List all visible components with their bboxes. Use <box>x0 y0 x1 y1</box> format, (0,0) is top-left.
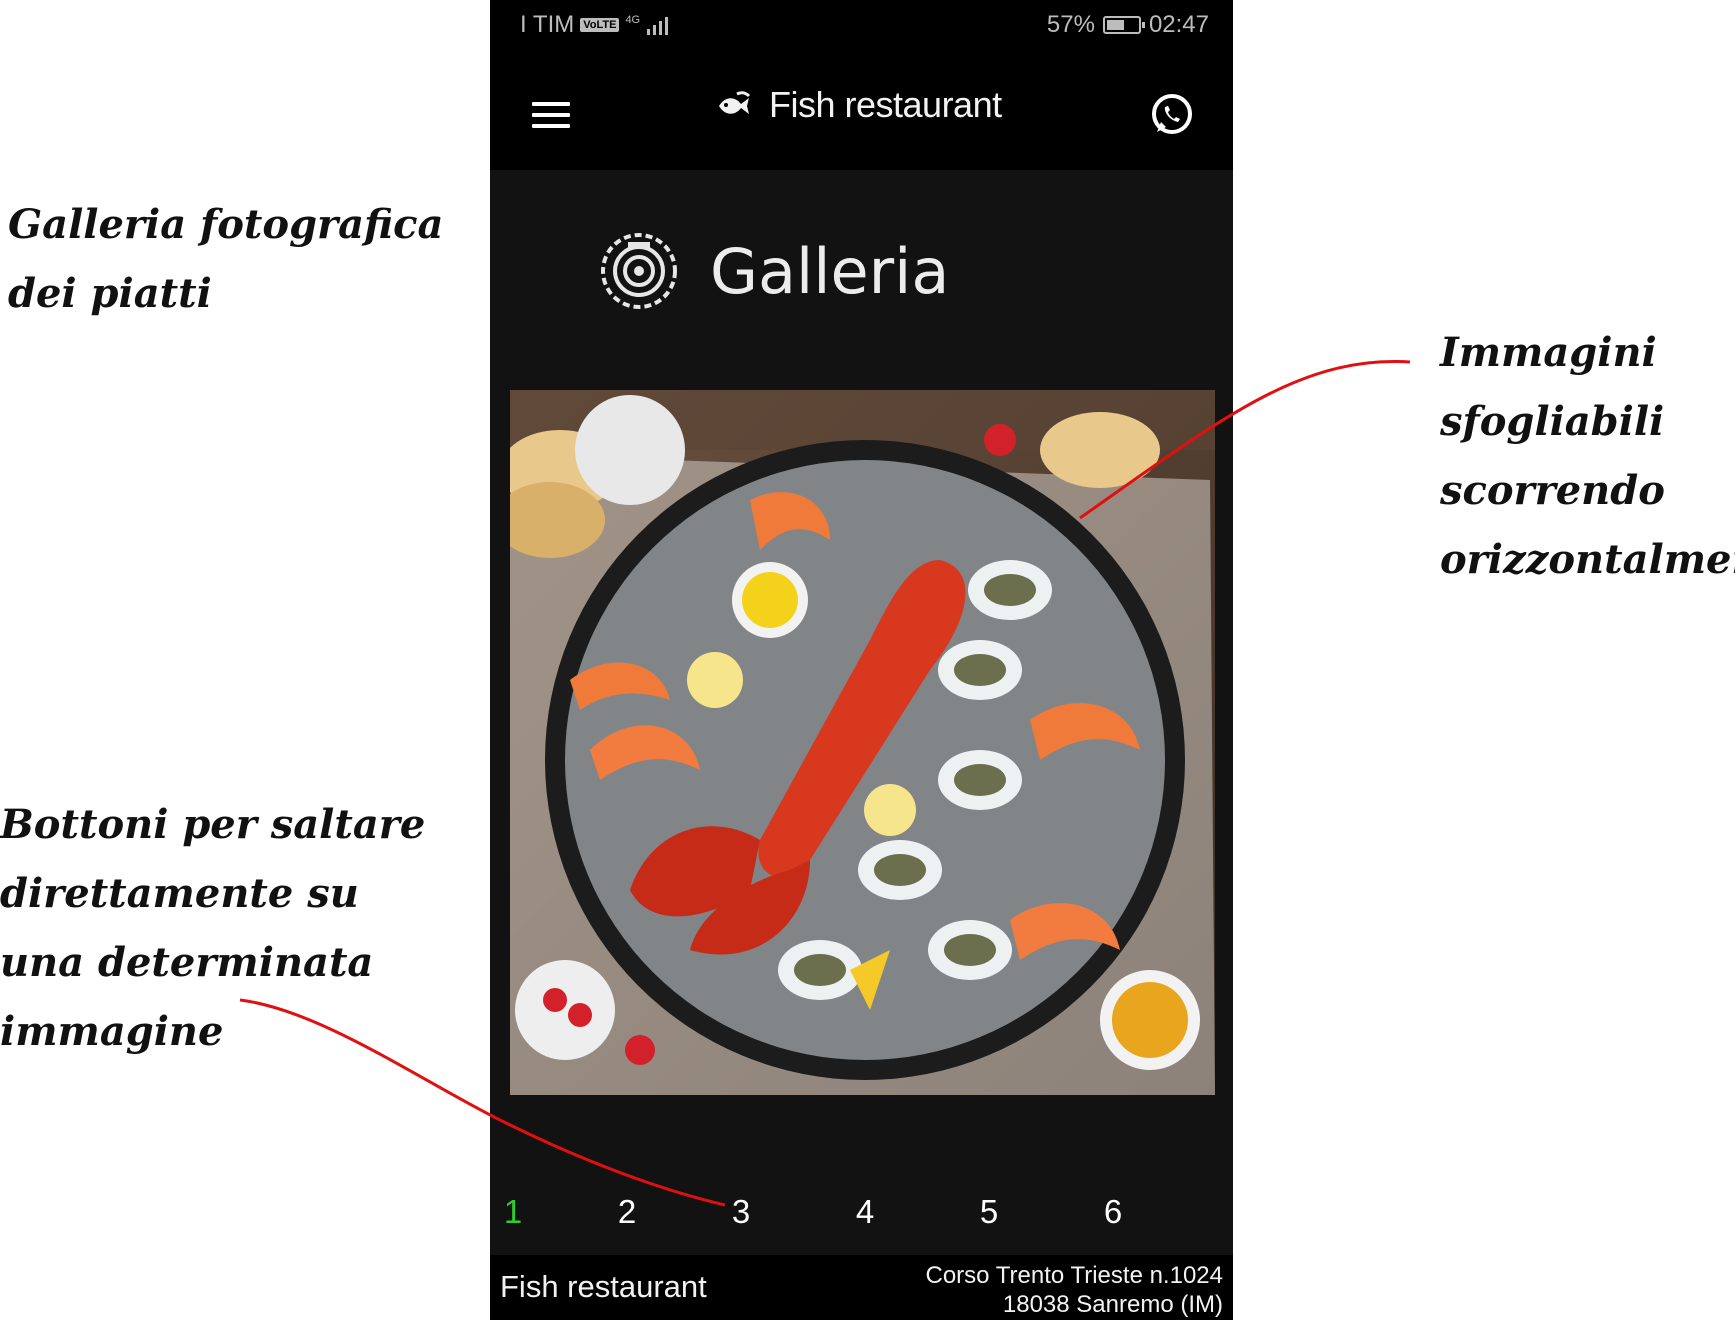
seafood-platter-image <box>510 390 1215 1095</box>
volte-badge: VoLTE <box>580 18 620 32</box>
annotation-line: orizzontalmente <box>1440 536 1735 583</box>
phone-screen: I TIM VoLTE 4G 57% 02:47 Fish restaurant… <box>490 0 1233 1320</box>
annotation-line: direttamente su <box>0 870 359 917</box>
pager-button-6[interactable]: 6 <box>1093 1193 1133 1231</box>
status-bar: I TIM VoLTE 4G 57% 02:47 <box>490 0 1233 50</box>
annotation-line: sfogliabili <box>1440 398 1665 445</box>
whatsapp-icon[interactable] <box>1149 92 1195 138</box>
annotation-line: Galleria fotografica <box>8 201 444 248</box>
fish-logo-icon <box>719 91 751 114</box>
annotation-gallery-note: Galleria fotografica dei piatti <box>8 190 443 328</box>
footer-address: Corso Trento Trieste n.1024 18038 Sanrem… <box>926 1261 1224 1319</box>
battery-fill <box>1106 20 1125 30</box>
page-heading: Galleria <box>598 230 949 312</box>
annotation-line: una determinata <box>0 939 374 986</box>
gallery-camera-icon <box>601 233 677 309</box>
hamburger-menu-icon[interactable] <box>532 102 570 128</box>
battery-percent: 57% <box>1046 11 1095 38</box>
footer-brand: Fish restaurant <box>500 1269 707 1304</box>
annotation-buttons-note: Bottoni per saltare direttamente su una … <box>0 790 425 1066</box>
pager-button-5[interactable]: 5 <box>969 1193 1009 1231</box>
annotation-swipe-note: Immagini sfogliabili scorrendo orizzonta… <box>1440 318 1735 594</box>
annotation-line: dei piatti <box>8 270 212 317</box>
footer: Fish restaurant Corso Trento Trieste n.1… <box>490 1255 1233 1320</box>
pager-button-4[interactable]: 4 <box>845 1193 885 1231</box>
annotation-line: scorrendo <box>1440 467 1665 514</box>
carrier-label: I TIM <box>520 11 575 38</box>
battery-icon <box>1102 16 1145 34</box>
pager-button-1[interactable]: 1 <box>493 1193 533 1231</box>
app-header: Fish restaurant <box>490 50 1233 170</box>
pager-button-3[interactable]: 3 <box>721 1193 761 1231</box>
annotation-line: Bottoni per saltare <box>0 801 426 848</box>
network-type-label: 4G <box>625 14 641 26</box>
clock: 02:47 <box>1148 11 1209 38</box>
annotation-line: immagine <box>0 1008 224 1055</box>
status-right: 57% 02:47 <box>1047 11 1209 39</box>
address-line-2: 18038 Sanremo (IM) <box>1002 1291 1223 1318</box>
status-left: I TIM VoLTE 4G <box>520 11 672 39</box>
address-line-1: Corso Trento Trieste n.1024 <box>925 1262 1224 1289</box>
image-slider[interactable] <box>510 390 1215 1095</box>
pager-button-2[interactable]: 2 <box>607 1193 647 1231</box>
app-title: Fish restaurant <box>769 84 1002 125</box>
page-title: Galleria <box>710 234 950 308</box>
gallery-pager: 1 2 3 4 5 6 <box>490 1185 1233 1241</box>
brand[interactable]: Fish restaurant <box>715 84 1002 126</box>
annotation-line: Immagini <box>1440 329 1657 376</box>
signal-icon <box>647 17 669 35</box>
